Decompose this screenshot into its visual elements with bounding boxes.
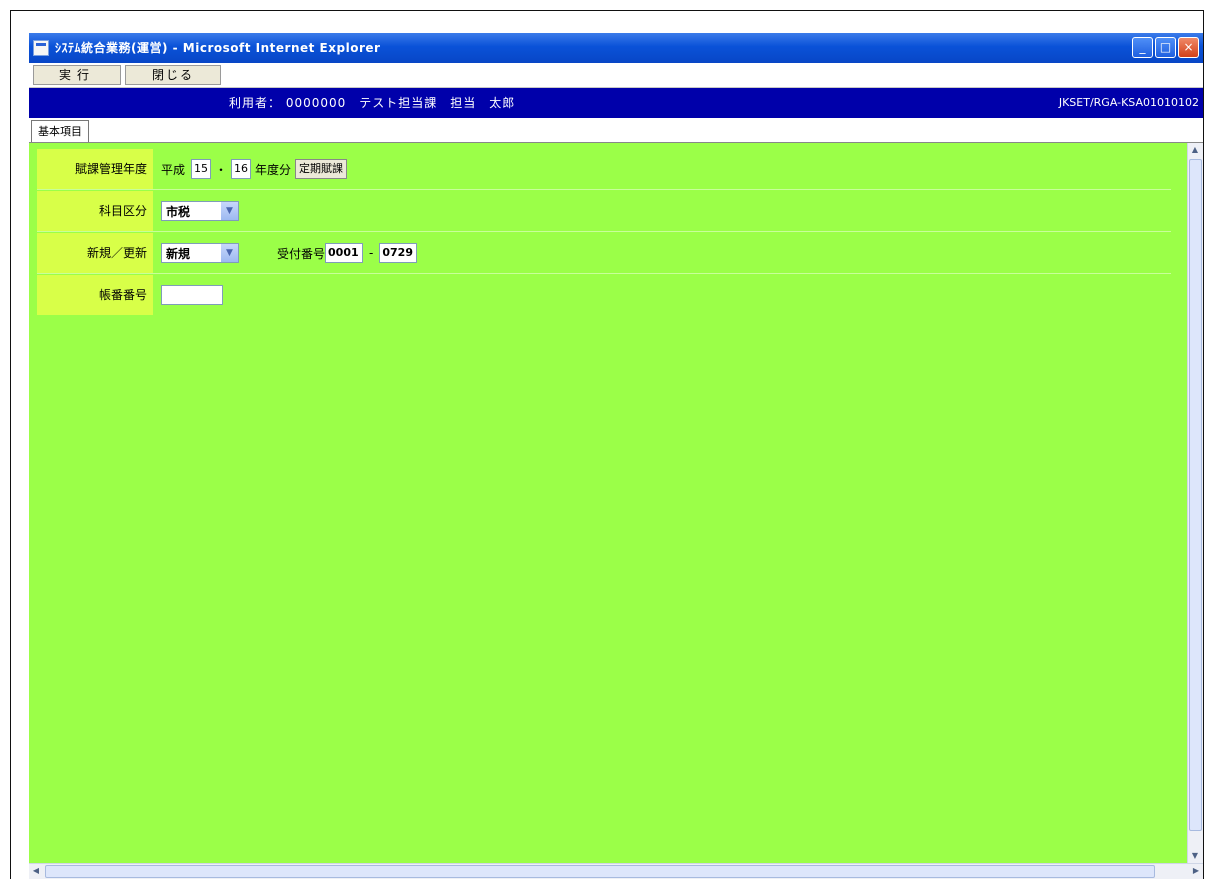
close-icon[interactable]: × [1178, 37, 1199, 58]
close-button[interactable]: 閉じる [125, 65, 221, 85]
receipt-label: 受付番号 [277, 246, 326, 261]
scroll-up-icon[interactable]: ▲ [1188, 143, 1202, 157]
year-separator: ・ [215, 162, 228, 177]
new-change-selected: 新規 [166, 246, 191, 261]
category-select[interactable]: 市税 ▼ [161, 201, 239, 221]
toolbar: 実行 閉じる [29, 63, 1203, 88]
window-controls: _ □ × [1132, 37, 1199, 58]
form-area: 賦課管理年度 平成 15 ・ 16 年度分 定期賦課 科目区分 市税 ▼ 新規／… [29, 143, 1187, 863]
receipt-to-field[interactable]: 0729 [379, 243, 418, 263]
document-no-label: 帳番番号 [37, 275, 153, 315]
document-no-field[interactable] [161, 285, 223, 305]
chevron-down-icon[interactable]: ▼ [221, 244, 238, 262]
vertical-scroll-thumb[interactable] [1189, 159, 1202, 831]
chevron-down-icon[interactable]: ▼ [221, 202, 238, 220]
app-icon [33, 40, 49, 56]
new-change-label: 新規／更新 [37, 233, 153, 273]
vertical-scrollbar[interactable]: ▲ ▼ [1187, 143, 1203, 863]
fiscal-year-row: 賦課管理年度 平成 15 ・ 16 年度分 定期賦課 [37, 149, 1171, 190]
execute-button[interactable]: 実行 [33, 65, 121, 85]
user-info: 利用者： 0000000 テスト担当課 担当 太郎 [229, 96, 516, 110]
horizontal-scroll-thumb[interactable] [45, 865, 1155, 878]
fiscal-year-label: 賦課管理年度 [37, 149, 153, 189]
era-text: 平成 [161, 162, 186, 177]
title-bar[interactable]: ｼｽﾃﾑ統合業務(運営) - Microsoft Internet Explor… [29, 33, 1203, 63]
tab-bar: 基本項目 [29, 118, 1203, 143]
tab-basic-items[interactable]: 基本項目 [31, 120, 89, 142]
minimize-icon[interactable]: _ [1132, 37, 1153, 58]
horizontal-scrollbar[interactable]: ◀ ▶ [29, 863, 1203, 879]
fiscal-year-value: 平成 15 ・ 16 年度分 定期賦課 [161, 149, 348, 189]
new-change-value: 新規 ▼ 受付番号 0001 - 0729 [161, 233, 418, 273]
category-label: 科目区分 [37, 191, 153, 231]
year-from-field[interactable]: 15 [191, 159, 212, 179]
year-to-field[interactable]: 16 [231, 159, 252, 179]
periodic-levy-button[interactable]: 定期賦課 [295, 159, 348, 179]
browser-window: ｼｽﾃﾑ統合業務(運営) - Microsoft Internet Explor… [29, 33, 1203, 879]
receipt-from-field[interactable]: 0001 [325, 243, 364, 263]
scroll-right-icon[interactable]: ▶ [1189, 864, 1203, 878]
maximize-icon[interactable]: □ [1155, 37, 1176, 58]
receipt-dash: - [369, 246, 374, 260]
new-change-select[interactable]: 新規 ▼ [161, 243, 239, 263]
new-change-row: 新規／更新 新規 ▼ 受付番号 0001 - 0729 [37, 233, 1171, 274]
document-no-value [161, 275, 223, 315]
category-row: 科目区分 市税 ▼ [37, 191, 1171, 232]
scroll-down-icon[interactable]: ▼ [1188, 849, 1202, 863]
scroll-left-icon[interactable]: ◀ [29, 864, 43, 878]
window-title: ｼｽﾃﾑ統合業務(運営) - Microsoft Internet Explor… [55, 41, 381, 55]
screen-id: JKSET/RGA-KSA01010102 [1058, 96, 1199, 109]
category-value: 市税 ▼ [161, 191, 239, 231]
year-suffix: 年度分 [255, 162, 292, 177]
category-selected: 市税 [166, 204, 191, 219]
document-no-row: 帳番番号 [37, 275, 1171, 315]
user-bar: 利用者： 0000000 テスト担当課 担当 太郎 JKSET/RGA-KSA0… [29, 88, 1203, 118]
